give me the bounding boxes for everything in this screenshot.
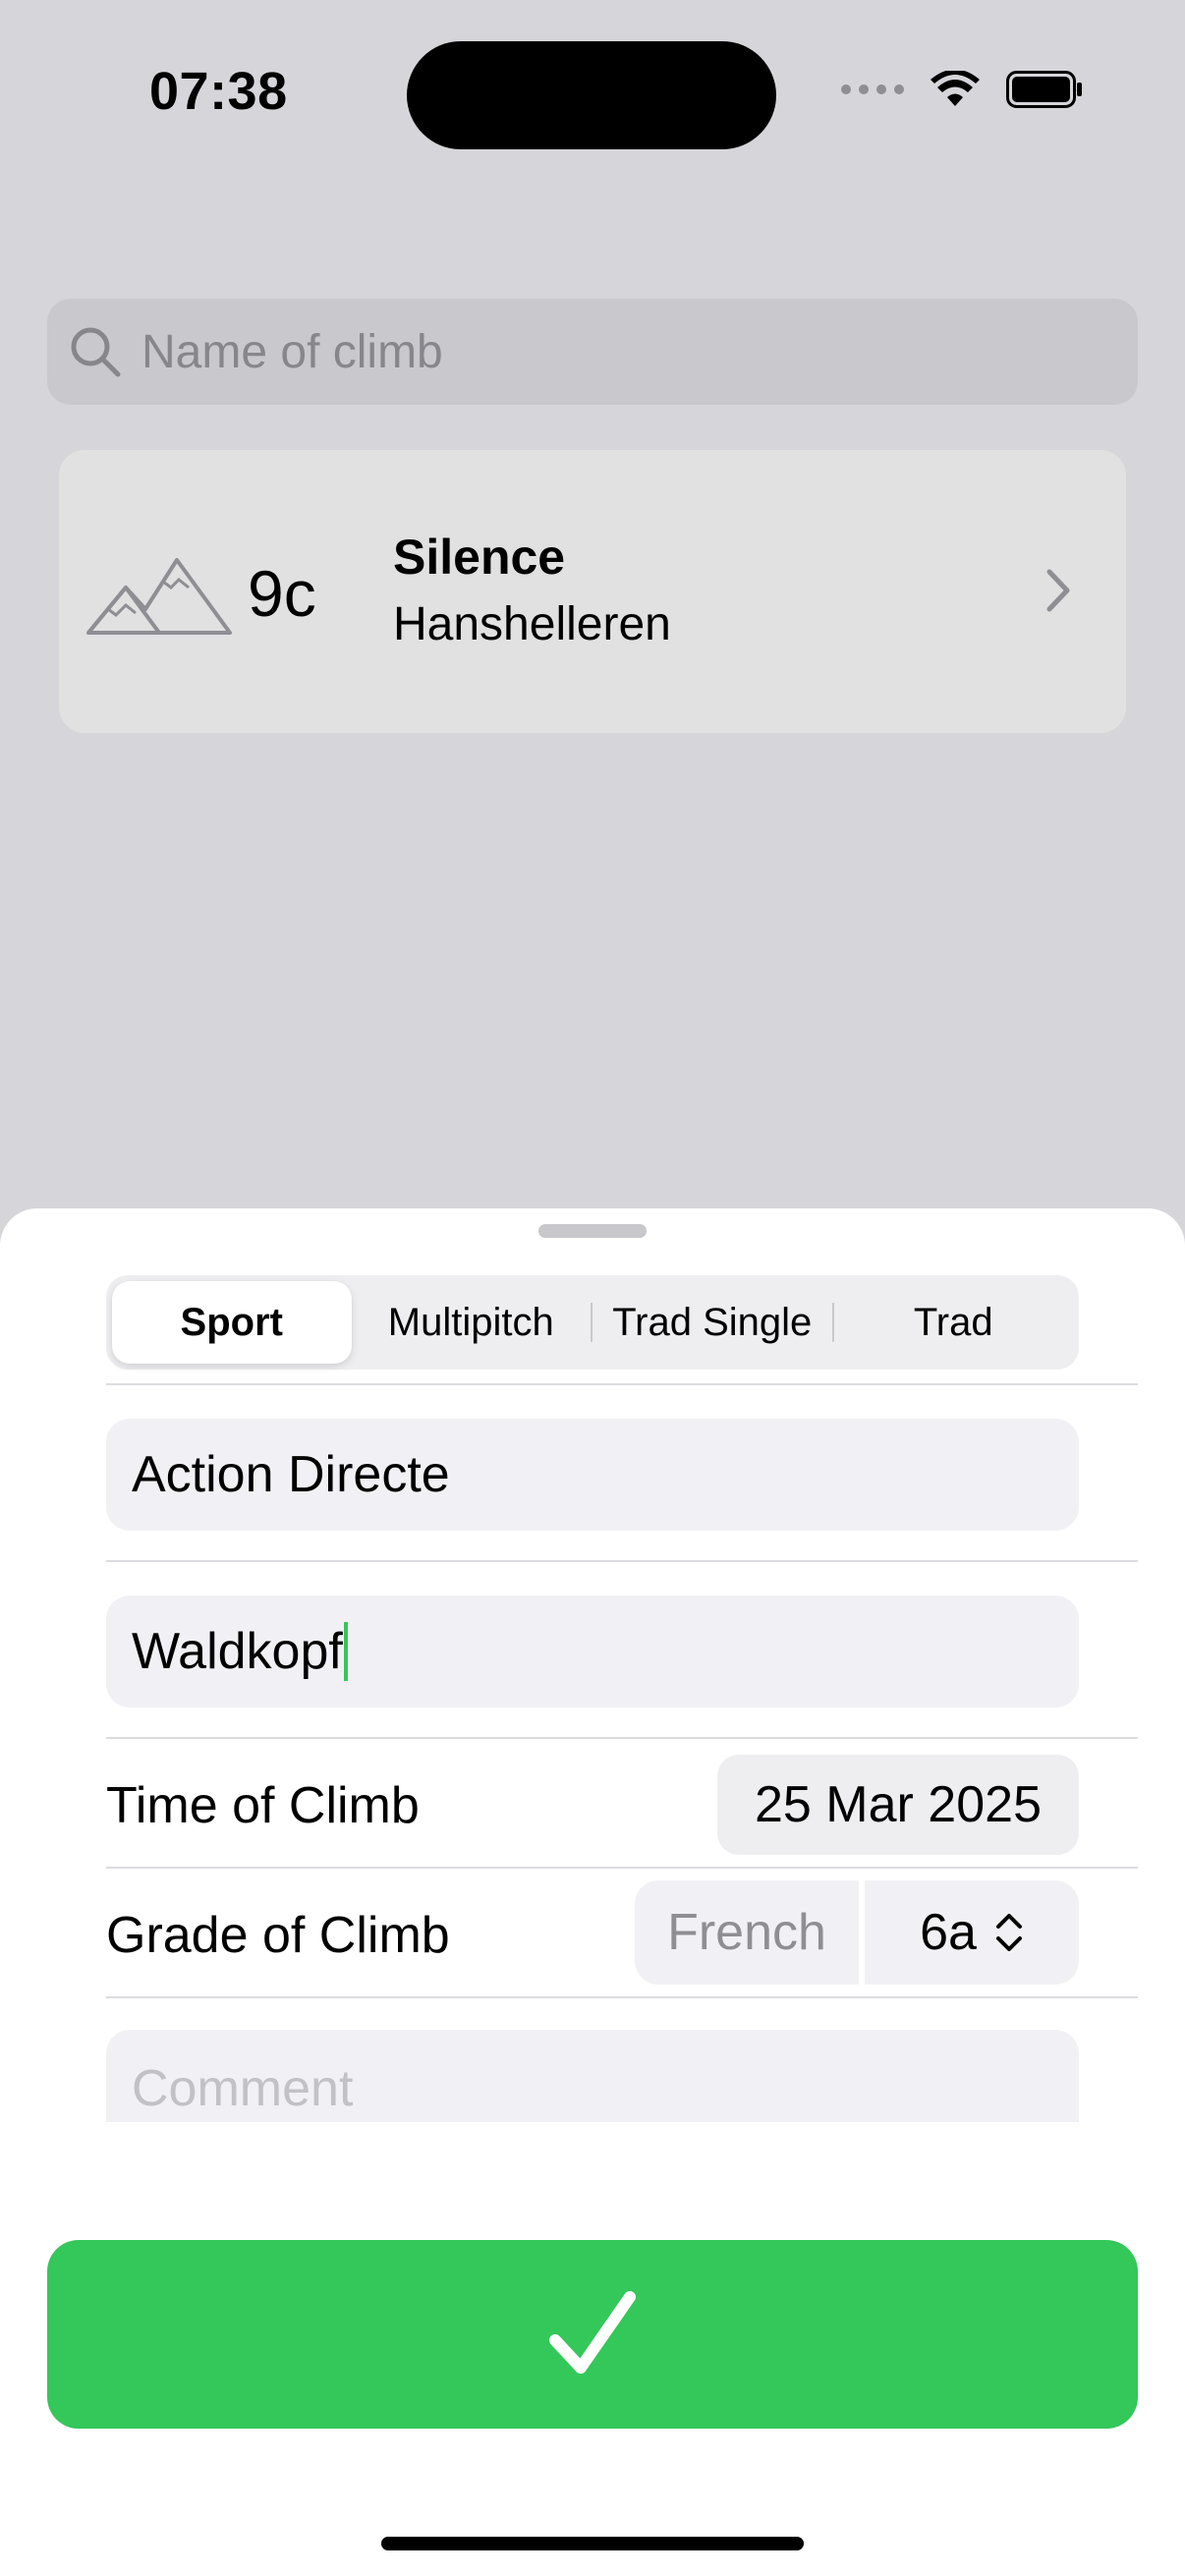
search-input[interactable] — [141, 324, 1104, 379]
time-of-climb-label: Time of Climb — [106, 1777, 420, 1834]
grade-value: 6a — [920, 1904, 977, 1961]
mountain-icon — [86, 558, 232, 635]
grade-of-climb-label: Grade of Climb — [106, 1907, 450, 1964]
home-indicator — [381, 2537, 804, 2550]
form-divider — [106, 1383, 1138, 1385]
grade-system-picker[interactable]: French — [635, 1880, 859, 1985]
form-divider — [106, 1996, 1138, 1998]
climb-name-value: Action Directe — [132, 1446, 450, 1503]
sheet-grabber[interactable] — [538, 1224, 647, 1238]
checkmark-icon — [549, 2291, 636, 2374]
status-time: 07:38 — [149, 62, 288, 121]
climb-crag: Hanshelleren — [393, 598, 671, 650]
confirm-button[interactable] — [47, 2240, 1138, 2429]
climb-grade: 9c — [248, 557, 316, 630]
comment-field-container: Comment — [106, 2030, 1079, 2122]
add-climb-sheet: Sport Multipitch Trad Single Trad Action… — [0, 1208, 1185, 2576]
comment-field[interactable]: Comment — [106, 2030, 1079, 2122]
text-cursor — [343, 1622, 348, 1681]
climb-name: Silence — [393, 530, 566, 585]
segment-trad-single[interactable]: Trad Single — [592, 1281, 832, 1364]
battery-icon — [1006, 71, 1082, 108]
grade-value-picker[interactable]: 6a — [865, 1880, 1079, 1985]
form-divider — [106, 1560, 1138, 1562]
date-picker-button[interactable]: 25 Mar 2025 — [717, 1755, 1079, 1855]
segment-sport[interactable]: Sport — [112, 1281, 352, 1364]
search-icon — [71, 327, 121, 377]
form-divider — [106, 1867, 1138, 1869]
segment-multipitch[interactable]: Multipitch — [352, 1281, 592, 1364]
crag-value: Waldkopf — [132, 1623, 343, 1680]
form-divider — [106, 1737, 1138, 1739]
status-icons — [841, 71, 1083, 108]
search-bar[interactable] — [47, 299, 1138, 405]
wifi-icon — [931, 71, 980, 106]
cellular-signal-icon — [841, 84, 904, 94]
climb-list-item[interactable]: 9c Silence Hanshelleren — [59, 450, 1126, 733]
chevron-up-down-icon — [995, 1914, 1022, 1951]
crag-field[interactable]: Waldkopf — [106, 1596, 1079, 1708]
climb-name-field[interactable]: Action Directe — [106, 1419, 1079, 1531]
chevron-right-icon — [1046, 569, 1070, 612]
climb-type-segmented-control[interactable]: Sport Multipitch Trad Single Trad — [106, 1275, 1079, 1370]
segment-trad[interactable]: Trad — [834, 1281, 1074, 1364]
dynamic-island — [407, 41, 776, 149]
